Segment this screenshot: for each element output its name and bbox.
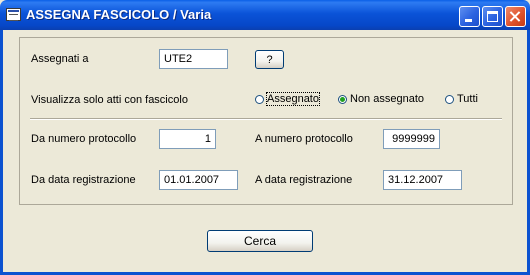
filter-label: Visualizza solo atti con fascicolo (31, 94, 188, 106)
radio-button-icon (255, 94, 264, 104)
da-data-label: Da data registrazione (31, 174, 136, 186)
minimize-icon (465, 19, 472, 22)
a-data-label: A data registrazione (255, 174, 353, 186)
app-window-icon[interactable] (6, 8, 21, 21)
radio-button-icon (445, 94, 454, 104)
lookup-button[interactable]: ? (255, 50, 284, 69)
radio-label-tutti: Tutti (457, 93, 478, 105)
close-button[interactable] (505, 6, 526, 27)
maximize-icon (487, 11, 498, 22)
dialog-window: ASSEGNA FASCICOLO / Varia Assegnati a UT… (0, 0, 530, 275)
window-frame-left (0, 30, 3, 275)
radio-button-selected-icon (338, 94, 347, 104)
radio-label-assegnato: Assegnato (266, 92, 320, 106)
assegnati-input[interactable]: UTE2 (159, 49, 228, 69)
da-data-input[interactable]: 01.01.2007 (159, 170, 238, 190)
window-title: ASSEGNA FASCICOLO / Varia (26, 7, 212, 22)
a-protocollo-input[interactable]: 9999999 (383, 129, 440, 149)
search-button[interactable]: Cerca (207, 230, 313, 252)
radio-label-non-assegnato: Non assegnato (350, 93, 424, 105)
a-protocollo-label: A numero protocollo (255, 133, 353, 145)
close-icon (506, 7, 525, 26)
a-data-input[interactable]: 31.12.2007 (383, 170, 462, 190)
title-bar[interactable]: ASSEGNA FASCICOLO / Varia (0, 0, 530, 30)
da-protocollo-input[interactable]: 1 (159, 129, 216, 149)
da-protocollo-label: Da numero protocollo (31, 133, 137, 145)
radio-non-assegnato[interactable]: Non assegnato (338, 93, 424, 105)
maximize-button[interactable] (482, 6, 503, 27)
radio-tutti[interactable]: Tutti (445, 93, 478, 105)
section-divider (30, 118, 502, 120)
assegnati-label: Assegnati a (31, 53, 89, 65)
minimize-button[interactable] (459, 6, 480, 27)
radio-assegnato[interactable]: Assegnato (255, 92, 320, 106)
